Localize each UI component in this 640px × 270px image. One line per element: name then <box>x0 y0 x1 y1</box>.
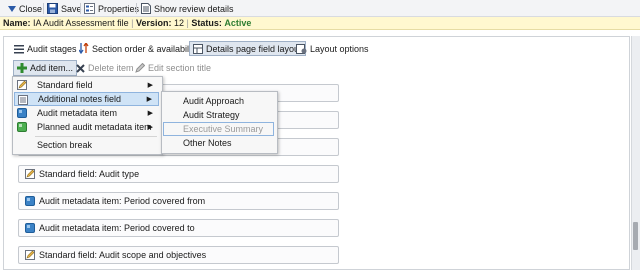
menu-item-additional-notes-field[interactable]: Additional notes field ▶ <box>14 92 159 106</box>
edit-section-title-label: Edit section title <box>148 63 212 73</box>
toolbar-divider <box>43 3 44 14</box>
file-info-text: Name: IA Audit Assessment file | Version… <box>3 18 251 28</box>
submenu-item-label: Other Notes <box>183 138 232 148</box>
add-item-button[interactable]: Add item... <box>13 60 78 76</box>
standard-field-icon <box>25 169 35 179</box>
standard-field-icon <box>25 250 35 260</box>
edit-section-title-button[interactable]: Edit section title <box>132 60 214 76</box>
metadata-cube-icon <box>17 108 27 118</box>
toolbar-divider <box>80 3 81 14</box>
field-box-standard-audit-type[interactable]: Standard field: Audit type <box>18 165 339 183</box>
menu-item-label: Standard field <box>37 80 93 90</box>
status-label: Status: <box>191 18 222 28</box>
tab-layout-options[interactable]: Layout options <box>293 41 372 56</box>
tab-details-page-field-layout[interactable]: Details page field layout <box>189 41 306 56</box>
field-label: Standard field: Audit scope and objectiv… <box>39 250 207 260</box>
menu-item-label: Audit metadata item <box>37 108 118 118</box>
submenu-item-label: Audit Approach <box>183 96 245 106</box>
save-button[interactable]: Save <box>47 2 82 15</box>
status-value: Active <box>224 18 252 28</box>
sort-arrows-icon <box>79 43 89 54</box>
submenu-arrow-icon: ▶ <box>147 124 153 131</box>
file-info-bar: Name: IA Audit Assessment file | Version… <box>0 17 640 30</box>
menu-item-label: Additional notes field <box>38 94 122 104</box>
floppy-disk-icon <box>47 3 58 14</box>
submenu-item-audit-approach[interactable]: Audit Approach <box>163 94 274 108</box>
tab-label: Audit stages <box>27 43 77 54</box>
version-label: Version: <box>135 18 172 28</box>
menu-item-label: Planned audit metadata item <box>37 122 152 132</box>
menu-item-standard-field[interactable]: Standard field ▶ <box>14 78 159 92</box>
menu-item-label: Section break <box>37 140 93 150</box>
submenu-arrow-icon: ▶ <box>147 110 153 117</box>
show-review-details-label: Show review details <box>154 3 234 14</box>
grid-layout-icon <box>193 43 203 54</box>
metadata-cube-icon <box>25 223 35 233</box>
menu-item-section-break[interactable]: Section break <box>14 138 159 152</box>
chevron-down-icon <box>8 5 16 12</box>
tab-audit-stages[interactable]: Audit stages <box>11 41 80 56</box>
delete-x-icon <box>76 63 85 73</box>
standard-field-icon <box>17 80 27 90</box>
field-label: Audit metadata item: Period covered to <box>39 223 195 233</box>
tab-label: Section order & availability <box>92 43 199 54</box>
field-box-metadata-period-to[interactable]: Audit metadata item: Period covered to <box>18 219 339 237</box>
info-separator: | <box>186 18 189 28</box>
tab-label: Layout options <box>310 43 369 54</box>
metadata-cube-icon <box>25 196 35 206</box>
submenu-arrow-icon: ▶ <box>146 96 152 103</box>
menu-item-audit-metadata[interactable]: Audit metadata item ▶ <box>14 106 159 120</box>
notes-icon <box>18 95 28 105</box>
submenu-item-audit-strategy[interactable]: Audit Strategy <box>163 108 274 122</box>
menu-item-planned-audit-metadata[interactable]: Planned audit metadata item ▶ <box>14 120 159 134</box>
submenu-arrow-icon: ▶ <box>147 82 153 89</box>
list-icon <box>14 44 24 53</box>
name-value: IA Audit Assessment file <box>33 18 129 28</box>
name-label: Name: <box>3 18 31 28</box>
field-box-metadata-period-from[interactable]: Audit metadata item: Period covered from <box>18 192 339 210</box>
tab-label: Details page field layout <box>206 43 302 54</box>
show-review-details-button[interactable]: Show review details <box>141 2 234 15</box>
version-value: 12 <box>174 18 185 28</box>
document-icon <box>141 3 151 14</box>
submenu-item-executive-summary[interactable]: Executive Summary <box>163 122 274 136</box>
field-label: Standard field: Audit type <box>39 169 140 179</box>
add-item-label: Add item... <box>30 63 74 73</box>
plus-icon <box>17 63 27 73</box>
field-box-standard-scope[interactable]: Standard field: Audit scope and objectiv… <box>18 246 339 264</box>
delete-item-button[interactable]: Delete item <box>73 60 137 76</box>
close-button[interactable]: Close <box>8 2 42 15</box>
pencil-icon <box>135 63 145 73</box>
tab-section-order[interactable]: Section order & availability <box>76 41 201 56</box>
menu-separator <box>35 136 157 137</box>
field-label: Audit metadata item: Period covered from <box>39 196 206 206</box>
save-label: Save <box>61 3 82 14</box>
add-item-menu: Standard field ▶ Additional notes field … <box>12 76 163 155</box>
additional-notes-submenu: Audit Approach Audit Strategy Executive … <box>161 91 278 154</box>
properties-label: Properties <box>98 3 140 14</box>
submenu-item-other-notes[interactable]: Other Notes <box>163 136 274 150</box>
top-toolbar: Close Save Properties Show review detail… <box>0 0 640 17</box>
delete-item-label: Delete item <box>88 63 134 73</box>
toolbar-divider <box>136 3 137 14</box>
scrollbar-thumb[interactable] <box>633 222 638 250</box>
layout-options-icon <box>296 43 307 54</box>
submenu-item-label: Audit Strategy <box>183 110 240 120</box>
submenu-item-label: Executive Summary <box>183 124 264 134</box>
properties-icon <box>84 3 95 14</box>
info-separator: | <box>131 18 134 28</box>
properties-button[interactable]: Properties <box>84 2 139 15</box>
close-label: Close <box>19 3 43 14</box>
planned-metadata-cube-icon <box>17 122 27 132</box>
